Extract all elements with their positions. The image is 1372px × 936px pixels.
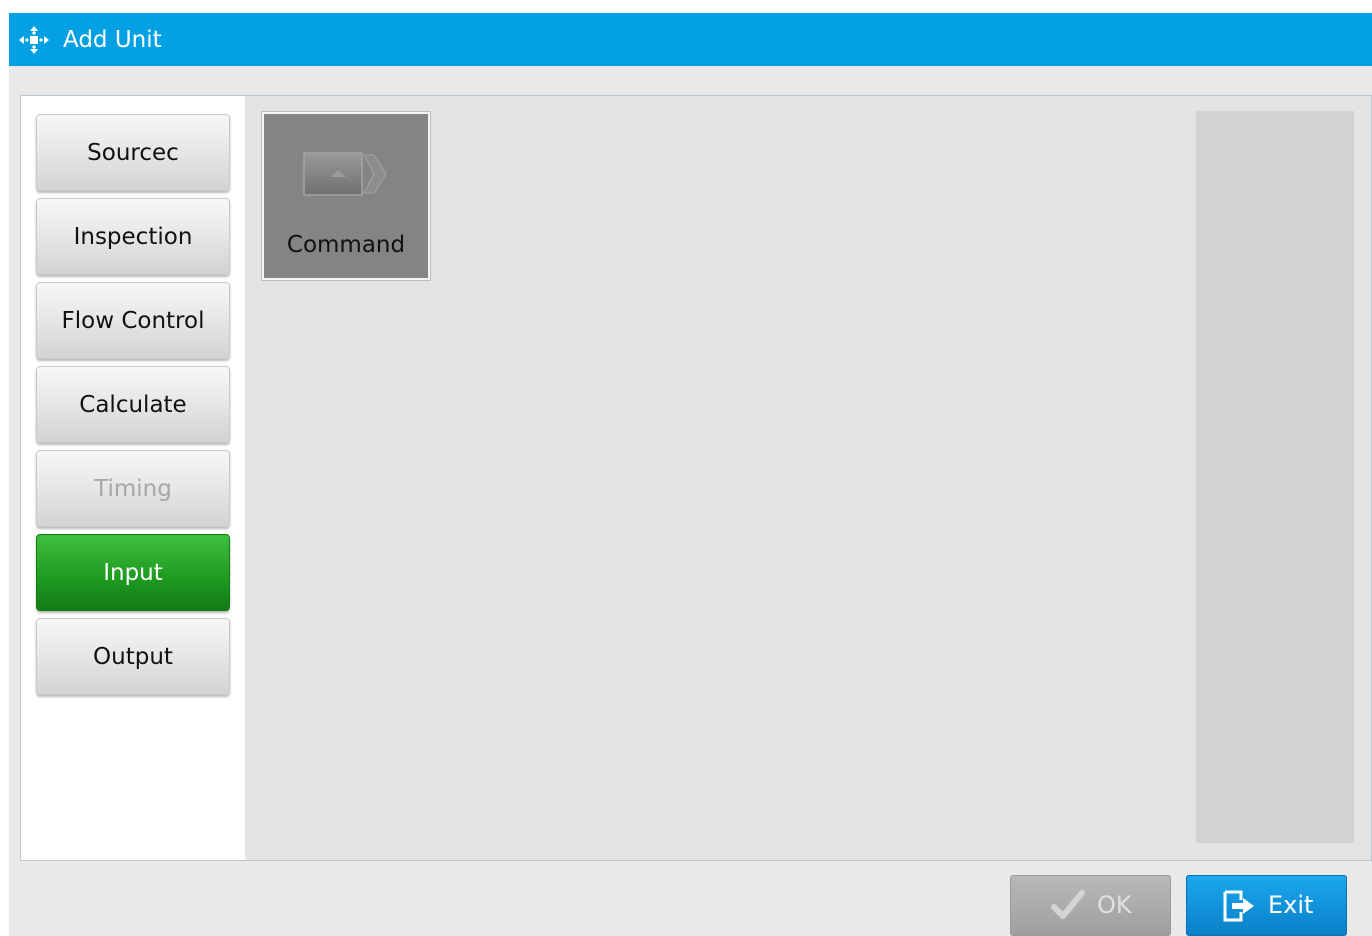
category-button-input[interactable]: Input (36, 534, 230, 611)
category-label: Calculate (79, 391, 187, 418)
move-arrows-icon (18, 25, 50, 55)
category-button-inspection[interactable]: Inspection (36, 198, 230, 275)
category-sidebar: Sourcec Inspection Flow Control Calculat… (21, 96, 245, 860)
add-unit-window: Add Unit Sourcec Inspection Flow Control… (9, 13, 1372, 936)
category-button-calculate[interactable]: Calculate (36, 366, 230, 443)
ok-label: OK (1097, 891, 1132, 919)
window-title: Add Unit (63, 27, 162, 53)
exit-door-icon (1221, 889, 1257, 929)
category-label: Sourcec (87, 139, 179, 166)
unit-label: Command (286, 232, 406, 258)
main-panel: Sourcec Inspection Flow Control Calculat… (20, 95, 1372, 861)
checkmark-icon (1051, 889, 1085, 927)
unit-tile-command[interactable]: Command (262, 112, 430, 280)
category-button-timing[interactable]: Timing (36, 450, 230, 527)
ok-button[interactable]: OK (1010, 875, 1171, 936)
category-button-output[interactable]: Output (36, 618, 230, 695)
category-label: Flow Control (61, 307, 205, 334)
command-icon (302, 148, 390, 202)
category-button-sourcec[interactable]: Sourcec (36, 114, 230, 191)
category-label: Inspection (73, 223, 193, 250)
scrollbar-track[interactable] (1196, 111, 1354, 843)
exit-button[interactable]: Exit (1186, 875, 1347, 936)
exit-label: Exit (1268, 891, 1314, 919)
category-button-flow-control[interactable]: Flow Control (36, 282, 230, 359)
title-bar: Add Unit (9, 13, 1372, 66)
category-label: Timing (94, 475, 172, 502)
category-label: Input (103, 559, 163, 586)
category-label: Output (93, 643, 173, 670)
